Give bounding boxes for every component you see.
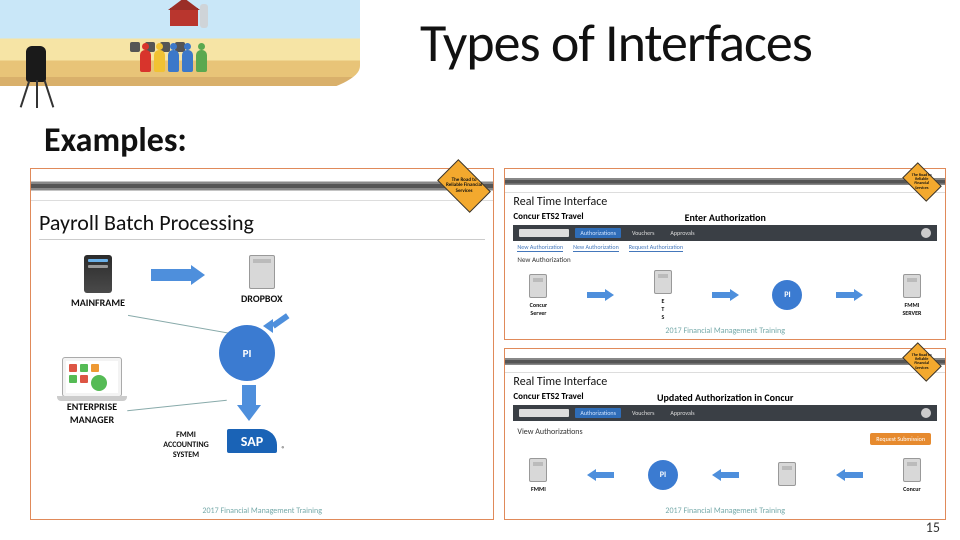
card-footnote: 2017 Financial Management Training	[31, 506, 493, 516]
server-box-icon	[903, 274, 921, 298]
laptop-icon	[62, 357, 122, 397]
fmmi-node: FMMI	[513, 458, 563, 493]
dropbox-node: DROPBOX	[241, 255, 282, 305]
card-footnote: 2017 Financial Management Training	[505, 506, 945, 516]
ets-node: E T S	[638, 270, 688, 321]
arrow-right-icon	[712, 289, 739, 301]
realtime-updated-auth-card: The Road to Reliable Financial Services …	[504, 348, 946, 520]
new-authorization-label: New Authorization	[517, 255, 570, 264]
concur-tab[interactable]: Authorizations	[575, 228, 621, 238]
concur-tab[interactable]: Approvals	[665, 228, 699, 238]
avatar-icon[interactable]	[921, 408, 931, 418]
connector-line	[127, 400, 227, 411]
concur-app-bar: Authorizations Vouchers Approvals	[513, 405, 937, 421]
realtime-flow: Concur Server E T S PI FMMI SERVER	[513, 271, 937, 319]
pi-node: PI	[762, 280, 812, 310]
request-submission-button[interactable]: Request Submission	[870, 433, 931, 445]
examples-panels: The Road to Reliable Financial Services …	[30, 168, 946, 520]
server-box-icon	[529, 458, 547, 482]
enterprise-manager-node: ENTERPRISE MANAGER	[47, 357, 137, 426]
pi-circle-icon: PI	[219, 325, 275, 381]
dropbox-icon	[249, 255, 275, 289]
arrow-left-icon	[712, 469, 739, 481]
server-box-icon	[778, 462, 796, 486]
sap-logo-icon: SAP	[227, 429, 277, 453]
pi-node: PI	[638, 460, 688, 490]
page-number: 15	[926, 519, 940, 536]
concur-tab[interactable]: Approvals	[665, 408, 699, 418]
silo-icon	[200, 4, 208, 28]
view-authorizations-label: View Authorizations	[517, 427, 582, 437]
cameraman-icon	[4, 40, 58, 110]
realtime-cards-column: The Road to Reliable Financial Services …	[504, 168, 946, 520]
server-box-icon	[654, 270, 672, 294]
road-sign-icon: The Road to Reliable Financial Services	[438, 159, 492, 213]
people-icons	[140, 50, 207, 72]
concur-node: Concur	[887, 458, 937, 493]
updated-auth-title: Updated Authorization in Concur	[505, 391, 945, 404]
road-banner	[31, 169, 493, 201]
sublink[interactable]: Request Authorization	[629, 243, 683, 252]
server-box-icon	[903, 458, 921, 482]
payroll-card-heading: Payroll Batch Processing	[39, 209, 254, 236]
server-box-icon	[529, 274, 547, 298]
examples-heading: Examples:	[44, 120, 187, 161]
enter-auth-title: Enter Authorization	[505, 211, 945, 224]
arrow-right-icon	[587, 289, 614, 301]
concur-tab[interactable]: Authorizations	[575, 408, 621, 418]
fmmi-label: FMMI ACCOUNTING SYSTEM	[151, 427, 221, 460]
concur-logo-icon	[519, 229, 569, 237]
arrow-left-icon	[587, 469, 614, 481]
concur-logo-icon	[519, 409, 569, 417]
payroll-batch-card: The Road to Reliable Financial Services …	[30, 168, 494, 520]
pi-node: PI	[219, 325, 275, 381]
slide-title: Types of Interfaces	[420, 10, 954, 76]
avatar-icon[interactable]	[921, 228, 931, 238]
middle-node	[762, 462, 812, 489]
pi-circle-icon: PI	[648, 460, 678, 490]
concur-sublinks: New Authorization New Authorization Requ…	[517, 243, 683, 252]
fmmi-server-node: FMMI SERVER	[887, 274, 937, 317]
concur-server-node: Concur Server	[513, 274, 563, 317]
server-icon	[84, 255, 112, 293]
road-banner	[505, 169, 945, 193]
sap-node: SAP ®	[227, 429, 277, 453]
road-banner	[505, 349, 945, 373]
barn-icon	[170, 8, 198, 26]
sublink[interactable]: New Authorization	[517, 243, 563, 252]
realtime-heading: Real Time Interface	[513, 375, 607, 389]
sublink[interactable]: New Authorization	[573, 243, 619, 252]
arrow-right-icon	[836, 289, 863, 301]
arrow-left-icon	[836, 469, 863, 481]
concur-tab[interactable]: Vouchers	[627, 228, 659, 238]
concur-app-bar: Authorizations Vouchers Approvals	[513, 225, 937, 241]
divider	[39, 239, 485, 240]
mainframe-node: MAINFRAME	[71, 255, 125, 309]
card-footnote: 2017 Financial Management Training	[505, 326, 945, 336]
realtime-heading: Real Time Interface	[513, 195, 607, 209]
header-illustration	[0, 0, 360, 110]
concur-tab[interactable]: Vouchers	[627, 408, 659, 418]
realtime-enter-auth-card: The Road to Reliable Financial Services …	[504, 168, 946, 340]
realtime-flow-reverse: FMMI PI Concur	[513, 451, 937, 499]
pi-circle-icon: PI	[772, 280, 802, 310]
tripod-icon	[22, 80, 52, 110]
